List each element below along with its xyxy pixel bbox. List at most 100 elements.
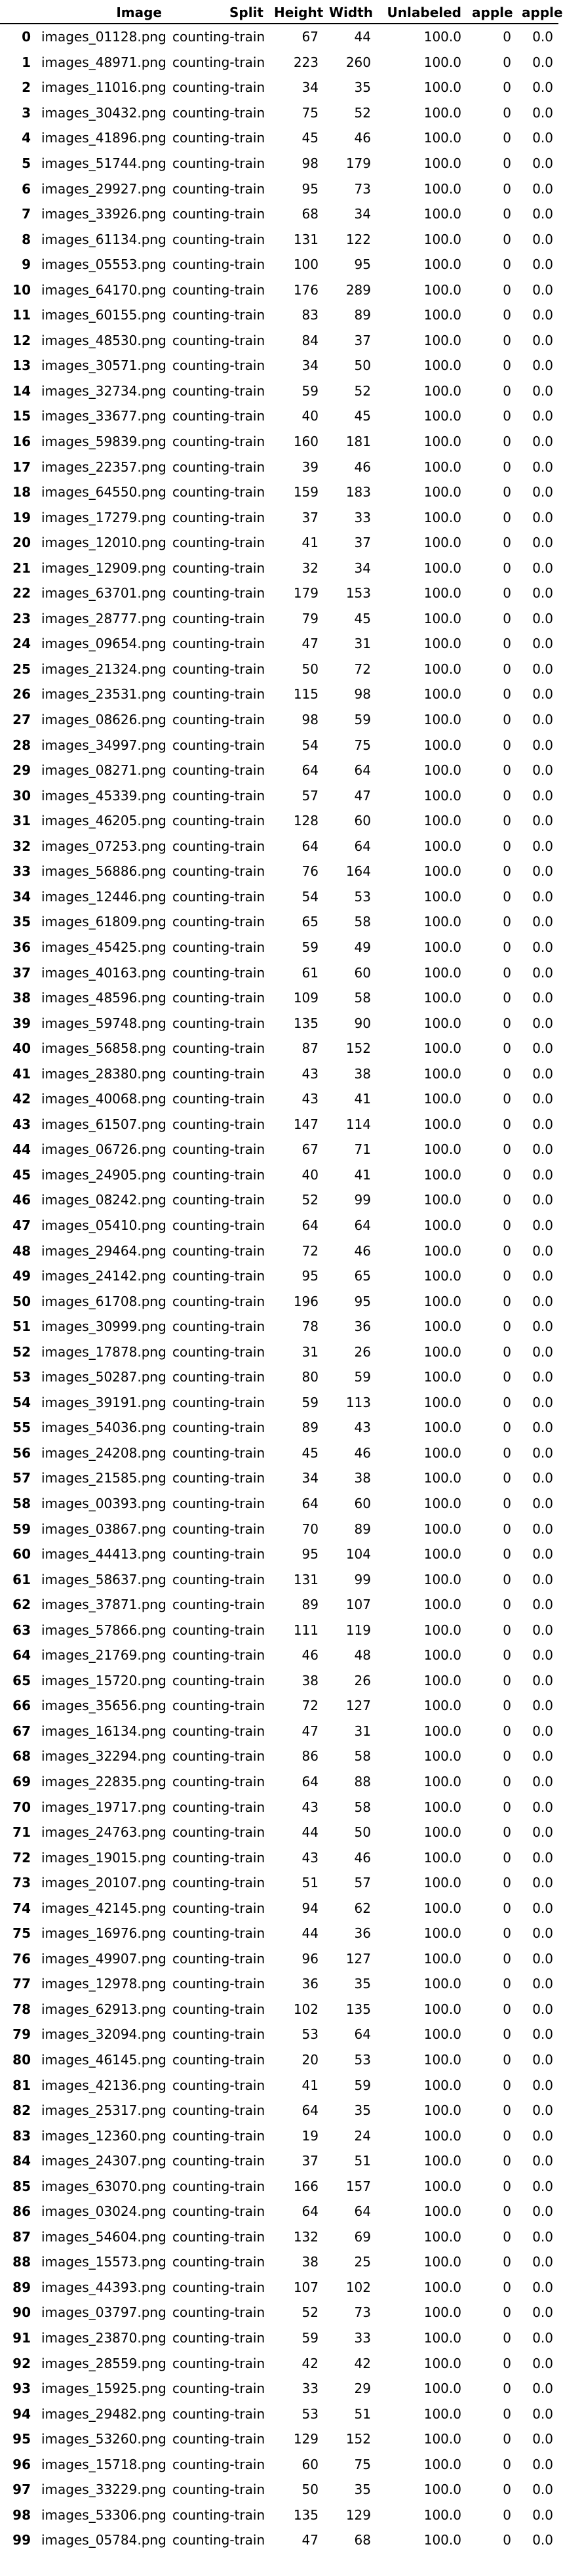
row-index: 18 — [12, 484, 31, 501]
cell-apple-percent: 0.0 — [532, 964, 553, 981]
cell-height: 98 — [301, 712, 319, 728]
cell-image: images_20107.png — [41, 1875, 166, 1891]
cell-width: 43 — [354, 1420, 371, 1436]
cell-apple-percent: 0.0 — [532, 459, 553, 475]
cell-image: images_29927.png — [41, 180, 166, 197]
table-row: 89 images_44393.png counting-train 107 102 10… — [0, 2275, 558, 2300]
cell-apple-count: 0 — [503, 104, 511, 121]
cell-split: counting-train — [172, 939, 265, 955]
cell-image: images_29482.png — [41, 2405, 166, 2422]
row-index: 90 — [12, 2304, 31, 2321]
cell-apple-percent: 0.0 — [532, 1622, 553, 1638]
cell-height: 95 — [301, 180, 319, 197]
cell-unlabeled: 100.0 — [423, 2330, 461, 2346]
cell-split: counting-train — [172, 762, 265, 779]
cell-unlabeled: 100.0 — [423, 180, 461, 197]
cell-split: counting-train — [172, 1849, 265, 1866]
table-row: 70 images_19717.png counting-train 43 58 100.… — [0, 1794, 558, 1820]
cell-image: images_40068.png — [41, 1091, 166, 1107]
cell-unlabeled: 100.0 — [423, 2001, 461, 2017]
cell-apple-count: 0 — [503, 180, 511, 197]
table-row: 46 images_08242.png counting-train 52 99 100.… — [0, 1187, 558, 1213]
table-row: 77 images_12978.png counting-train 36 35 100.… — [0, 1971, 558, 1997]
cell-split: counting-train — [172, 813, 265, 829]
table-row: 3 images_30432.png counting-train 75 52 100.0… — [0, 100, 558, 126]
row-index: 25 — [12, 661, 31, 677]
row-index: 36 — [12, 939, 31, 955]
cell-unlabeled: 100.0 — [423, 459, 461, 475]
cell-apple-percent: 0.0 — [532, 1672, 553, 1688]
cell-apple-percent: 0.0 — [532, 686, 553, 703]
table-row: 19 images_17279.png counting-train 37 33 100.… — [0, 504, 558, 530]
table-row: 53 images_50287.png counting-train 80 59 100.… — [0, 1364, 558, 1390]
table-row: 14 images_32734.png counting-train 59 52 100.… — [0, 378, 558, 404]
cell-apple-percent: 0.0 — [532, 2304, 553, 2321]
row-index: 49 — [12, 1268, 31, 1284]
cell-apple-percent: 0.0 — [532, 813, 553, 829]
cell-apple-count: 0 — [503, 307, 511, 323]
cell-unlabeled: 100.0 — [423, 2304, 461, 2321]
cell-width: 51 — [354, 2405, 371, 2422]
cell-unlabeled: 100.0 — [423, 2355, 461, 2371]
cell-width: 69 — [354, 2228, 371, 2245]
cell-apple-percent: 0.0 — [532, 1976, 553, 1992]
cell-apple-count: 0 — [503, 2026, 511, 2043]
cell-width: 35 — [354, 1976, 371, 1992]
table-row: 63 images_57866.png counting-train 111 119 10… — [0, 1617, 558, 1643]
cell-height: 39 — [301, 459, 319, 475]
row-index: 28 — [12, 737, 31, 753]
cell-image: images_53306.png — [41, 2506, 166, 2523]
cell-apple-count: 0 — [503, 712, 511, 728]
cell-apple-count: 0 — [503, 1723, 511, 1739]
table-row: 76 images_49907.png counting-train 96 127 100… — [0, 1946, 558, 1972]
cell-apple-count: 0 — [503, 1521, 511, 1537]
cell-height: 19 — [301, 2127, 319, 2144]
cell-image: images_03024.png — [41, 2203, 166, 2220]
cell-width: 52 — [354, 104, 371, 121]
cell-width: 47 — [354, 787, 371, 804]
cell-width: 59 — [354, 712, 371, 728]
table-row: 60 images_44413.png counting-train 95 104 100… — [0, 1542, 558, 1567]
cell-split: counting-train — [172, 1217, 265, 1233]
cell-split: counting-train — [172, 1343, 265, 1360]
cell-width: 36 — [354, 1319, 371, 1335]
table-row: 59 images_03867.png counting-train 70 89 100.… — [0, 1516, 558, 1542]
cell-split: counting-train — [172, 636, 265, 652]
cell-unlabeled: 100.0 — [423, 1166, 461, 1183]
cell-split: counting-train — [172, 358, 265, 374]
cell-width: 64 — [354, 762, 371, 779]
table-row: 99 images_05784.png counting-train 47 68 100.… — [0, 2527, 558, 2553]
cell-apple-count: 0 — [503, 1091, 511, 1107]
cell-apple-percent: 0.0 — [532, 2178, 553, 2194]
cell-split: counting-train — [172, 863, 265, 880]
row-index: 44 — [12, 1141, 31, 1158]
cell-image: images_15720.png — [41, 1672, 166, 1688]
cell-apple-percent: 0.0 — [532, 838, 553, 854]
table-row: 54 images_39191.png counting-train 59 113 100… — [0, 1390, 558, 1416]
cell-apple-count: 0 — [503, 1925, 511, 1942]
cell-height: 65 — [301, 914, 319, 930]
cell-unlabeled: 100.0 — [423, 610, 461, 626]
cell-split: counting-train — [172, 2203, 265, 2220]
cell-width: 72 — [354, 661, 371, 677]
cell-unlabeled: 100.0 — [423, 1268, 461, 1284]
cell-width: 107 — [345, 1597, 371, 1613]
cell-apple-count: 0 — [503, 1420, 511, 1436]
cell-apple-count: 0 — [503, 1950, 511, 1967]
cell-image: images_17878.png — [41, 1343, 166, 1360]
cell-width: 260 — [345, 54, 371, 70]
cell-height: 51 — [301, 1875, 319, 1891]
cell-apple-count: 0 — [503, 155, 511, 171]
table-row: 29 images_08271.png counting-train 64 64 100.… — [0, 758, 558, 783]
cell-apple-count: 0 — [503, 2304, 511, 2321]
cell-width: 89 — [354, 1521, 371, 1537]
cell-image: images_22835.png — [41, 1774, 166, 1789]
cell-image: images_21769.png — [41, 1647, 166, 1664]
cell-image: images_05784.png — [41, 2532, 166, 2548]
cell-split: counting-train — [172, 964, 265, 981]
row-index: 62 — [12, 1597, 31, 1613]
cell-apple-count: 0 — [503, 130, 511, 146]
cell-unlabeled: 100.0 — [423, 1040, 461, 1057]
cell-height: 42 — [301, 2355, 319, 2371]
cell-split: counting-train — [172, 1799, 265, 1815]
